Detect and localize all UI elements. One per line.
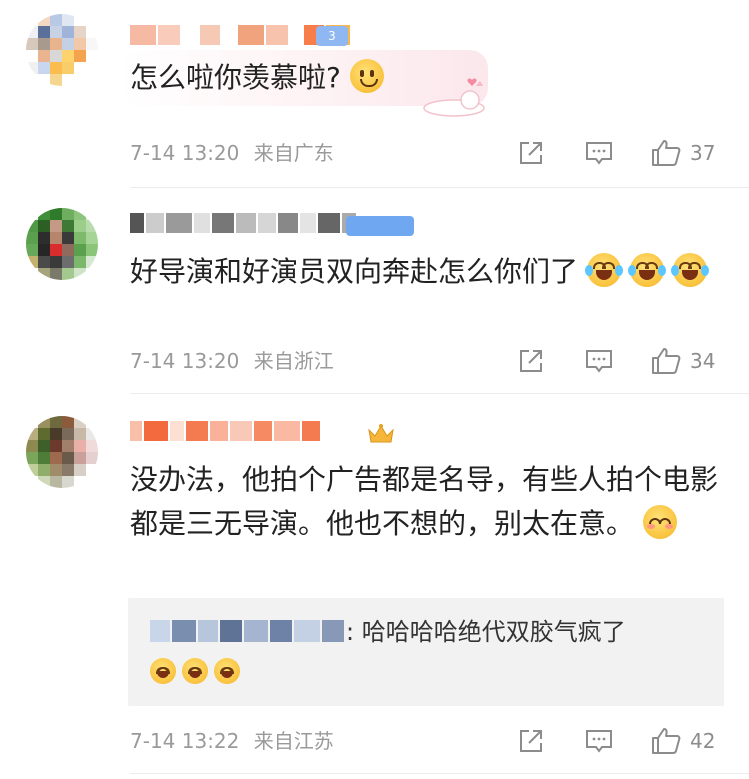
like-count: 37 xyxy=(690,141,716,165)
like-button[interactable]: 42 xyxy=(650,726,715,756)
avatar[interactable] xyxy=(26,416,98,488)
giggle-icon xyxy=(150,658,176,684)
comment-body: 没办法，他拍个广告都是名导，有些人拍个电影都是三无导演。他也不想的，别太在意。 xyxy=(130,463,719,540)
comment-meta: 7-14 13:22 来自江苏 xyxy=(130,726,334,756)
thumbs-up-icon xyxy=(652,348,681,374)
share-icon xyxy=(520,142,542,164)
comment-icon xyxy=(586,142,612,165)
comment-body: 好导演和好演员双向奔赴怎么你们了 xyxy=(130,255,579,288)
username-blurred[interactable] xyxy=(130,416,320,446)
shy-icon xyxy=(642,505,677,539)
timestamp: 7-14 13:20 xyxy=(130,349,240,373)
member-badge xyxy=(346,216,414,236)
username-blurred[interactable] xyxy=(130,208,356,238)
avatar[interactable] xyxy=(26,14,98,86)
divider xyxy=(130,773,749,774)
location: 来自江苏 xyxy=(253,729,334,753)
laugh-cry-icon xyxy=(627,253,666,287)
reply-button[interactable] xyxy=(584,138,614,168)
smile-icon xyxy=(349,59,384,93)
giggle-icon xyxy=(214,658,240,684)
comment-text: 没办法，他拍个广告都是名导，有些人拍个电影都是三无导演。他也不想的，别太在意。 xyxy=(130,458,718,546)
like-button[interactable]: 34 xyxy=(650,346,715,376)
thumbs-up-icon xyxy=(652,728,681,754)
giggle-icon xyxy=(182,658,208,684)
location: 来自浙江 xyxy=(253,349,334,373)
share-button[interactable] xyxy=(516,346,546,376)
reply-emoji-row xyxy=(150,658,240,684)
divider xyxy=(130,187,749,188)
reply-preview[interactable]: : 哈哈哈哈绝代双胶气疯了 xyxy=(128,598,724,706)
reply-text: : 哈哈哈哈绝代双胶气疯了 xyxy=(346,618,626,646)
share-button[interactable] xyxy=(516,138,546,168)
reply-button[interactable] xyxy=(584,346,614,376)
comment-meta: 7-14 13:20 来自广东 xyxy=(130,138,334,168)
comment-body: 怎么啦你羡慕啦? xyxy=(130,61,341,94)
comment-text: 好导演和好演员双向奔赴怎么你们了 xyxy=(130,250,720,294)
laugh-cry-icon xyxy=(584,253,623,287)
like-count: 42 xyxy=(690,729,716,753)
laugh-cry-icon xyxy=(670,253,709,287)
share-icon xyxy=(520,730,542,752)
comment-1: 3 怎么啦你羡慕啦? 7-14 13:20 来自广东 37 xyxy=(0,0,749,190)
reply-username-blurred[interactable] xyxy=(150,618,346,644)
like-button[interactable]: 37 xyxy=(650,138,715,168)
avatar[interactable] xyxy=(26,208,98,280)
location: 来自广东 xyxy=(253,141,334,165)
level-badge: 3 xyxy=(316,26,348,46)
comment-text: 怎么啦你羡慕啦? xyxy=(130,56,720,100)
timestamp: 7-14 13:20 xyxy=(130,141,240,165)
comment-icon xyxy=(586,730,612,753)
reply-button[interactable] xyxy=(584,726,614,756)
comment-2: 好导演和好演员双向奔赴怎么你们了 7-14 13:20 来自浙江 34 xyxy=(0,190,749,394)
share-icon xyxy=(520,350,542,372)
crown-badge-icon xyxy=(368,424,394,443)
comment-icon xyxy=(586,350,612,373)
like-count: 34 xyxy=(690,349,716,373)
share-button[interactable] xyxy=(516,726,546,756)
comment-meta: 7-14 13:20 来自浙江 xyxy=(130,346,334,376)
comment-3: 没办法，他拍个广告都是名导，有些人拍个电影都是三无导演。他也不想的，别太在意。 … xyxy=(0,394,749,779)
timestamp: 7-14 13:22 xyxy=(130,729,240,753)
reply-line: : 哈哈哈哈绝代双胶气疯了 xyxy=(150,616,626,648)
thumbs-up-icon xyxy=(652,140,681,166)
